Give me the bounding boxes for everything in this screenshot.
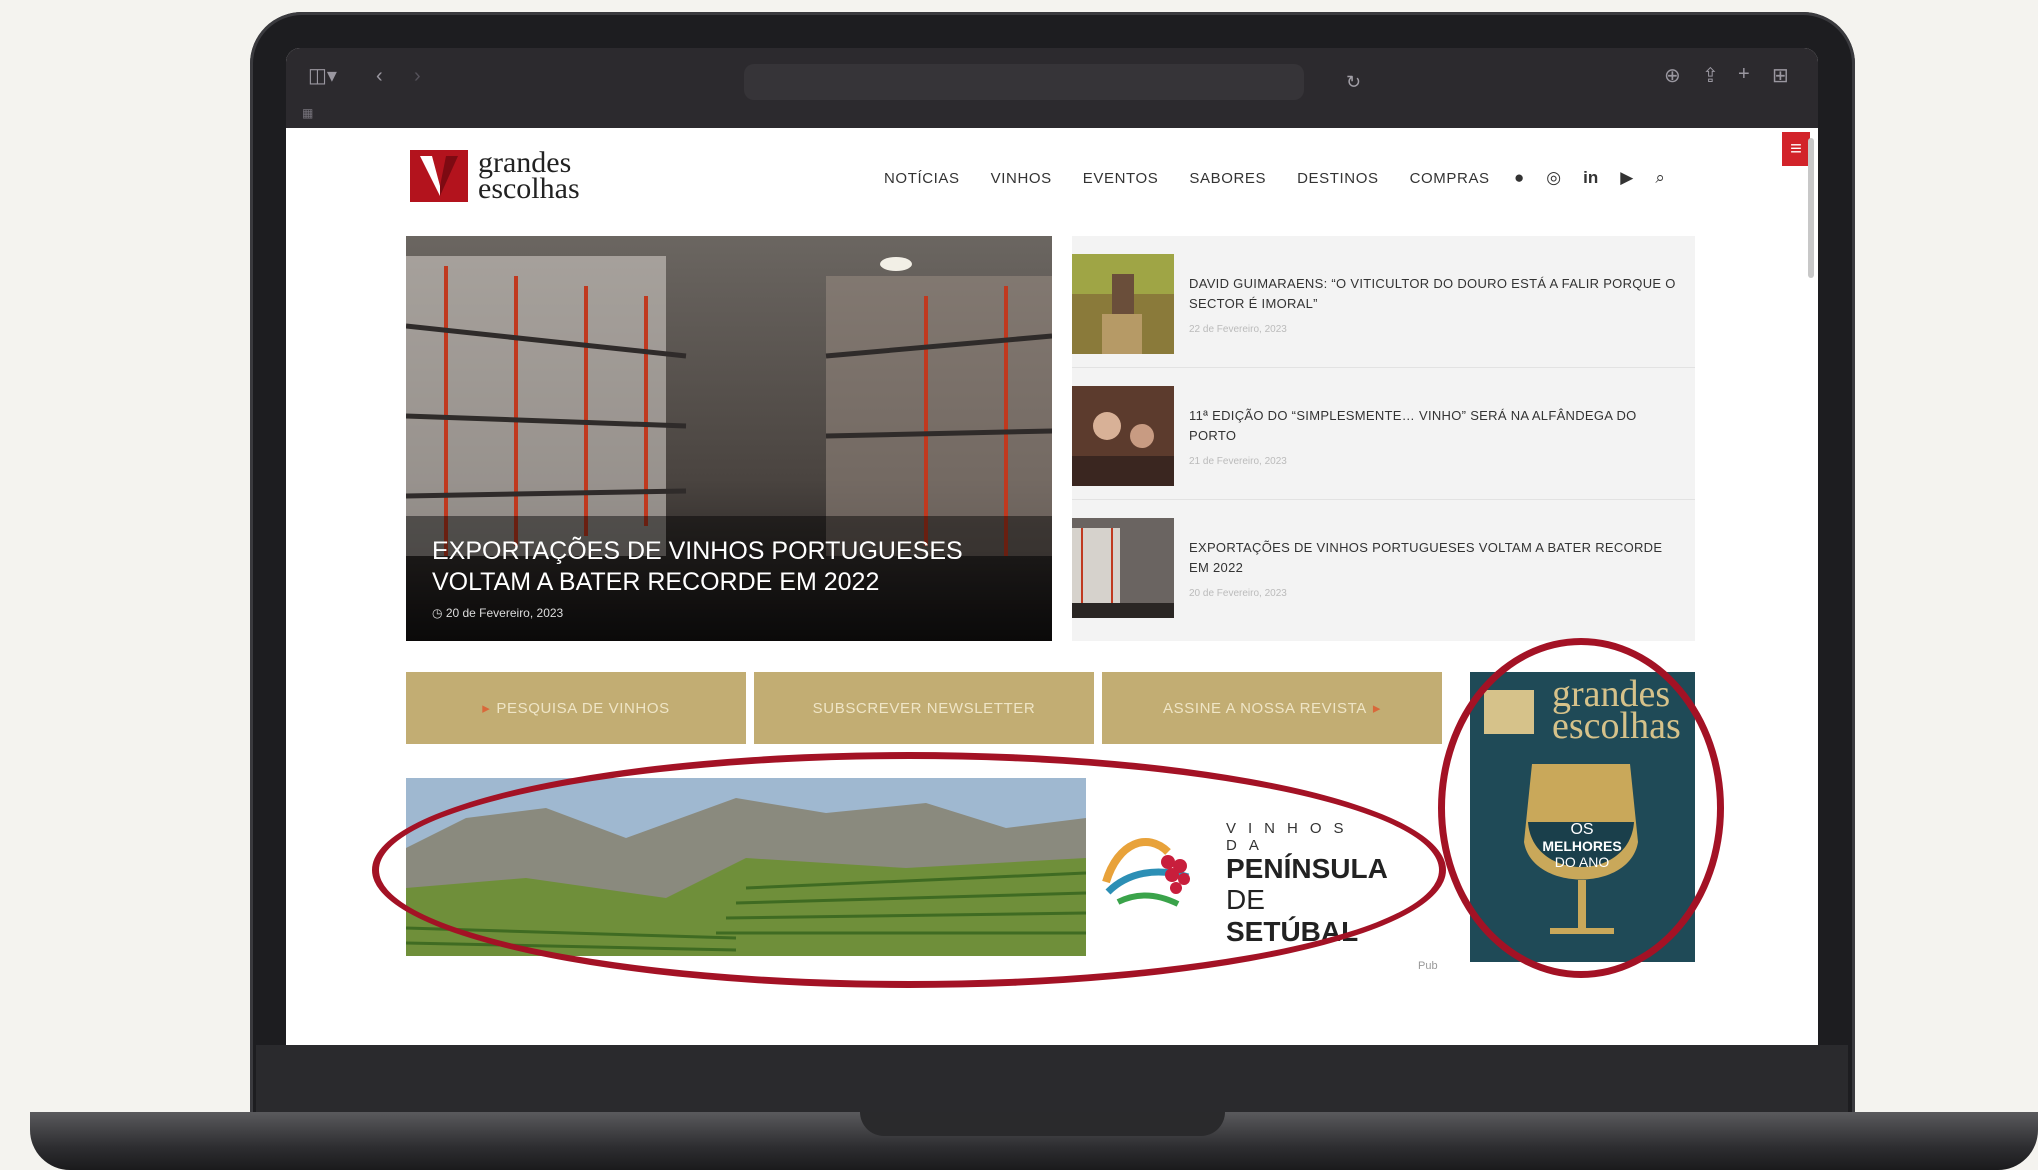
nav-destinos[interactable]: DESTINOS (1297, 170, 1378, 187)
arrow-icon: ▸ (1372, 700, 1381, 717)
site-logo[interactable]: grandes escolhas (410, 148, 580, 205)
linkedin-icon[interactable]: in (1583, 168, 1598, 188)
subscribe-magazine-button[interactable]: ASSINE A NOSSA REVISTA ▸ (1102, 672, 1442, 744)
newsletter-label: SUBSCREVER NEWSLETTER (812, 699, 1036, 717)
featured-article-date: ◷ 20 de Fevereiro, 2023 (432, 606, 564, 620)
share-icon[interactable]: ⇪ (1702, 66, 1719, 86)
tab-overview-icon[interactable]: ⊞ (1772, 66, 1789, 86)
news-item[interactable]: DAVID GUIMARAENS: “O VITICULTOR DO DOURO… (1072, 236, 1695, 368)
news-date: 21 de Fevereiro, 2023 (1189, 456, 1287, 467)
news-thumbnail[interactable] (1072, 254, 1174, 354)
back-icon[interactable]: ‹ (376, 66, 383, 86)
sidebar-toggle-icon[interactable]: ◫▾ (308, 66, 337, 86)
news-title[interactable]: 11ª EDIÇÃO DO “SIMPLESMENTE… VINHO” SERÁ… (1189, 406, 1679, 446)
reload-icon[interactable]: ↻ (1346, 72, 1361, 93)
search-icon[interactable]: ⌕ (1655, 168, 1665, 188)
main-nav: NOTÍCIAS VINHOS EVENTOS SABORES DESTINOS… (884, 170, 1490, 187)
nav-eventos[interactable]: EVENTOS (1083, 170, 1159, 187)
logo-line-2: escolhas (478, 172, 580, 205)
highlight-circle-ad (372, 752, 1446, 988)
favorites-grid-icon[interactable]: ▦ (302, 106, 313, 120)
hamburger-menu-button[interactable]: ≡ (1782, 132, 1810, 166)
news-date: 20 de Fevereiro, 2023 (1189, 588, 1287, 599)
browser-toolbar: ◫▾ ‹ › ↻ ⊕ ⇪ + ⊞ ▦ (286, 48, 1818, 128)
wine-search-label: PESQUISA DE VINHOS (496, 699, 670, 717)
wine-search-button[interactable]: ▸ PESQUISA DE VINHOS (406, 672, 746, 744)
youtube-icon[interactable]: ▶ (1620, 168, 1633, 188)
address-bar[interactable] (744, 64, 1304, 100)
news-thumbnail[interactable] (1072, 386, 1174, 486)
newsletter-button[interactable]: SUBSCREVER NEWSLETTER (754, 672, 1094, 744)
arrow-icon: ▸ (482, 700, 491, 717)
ad-label: Pub (1418, 960, 1438, 972)
featured-article-title[interactable]: EXPORTAÇÕES DE VINHOS PORTUGUESES VOLTAM… (432, 536, 1032, 598)
subscribe-label: ASSINE A NOSSA REVISTA (1163, 699, 1367, 717)
instagram-icon[interactable]: ◎ (1546, 168, 1561, 188)
facebook-icon[interactable]: ● (1514, 168, 1524, 188)
forward-icon[interactable]: › (414, 66, 421, 86)
news-title[interactable]: DAVID GUIMARAENS: “O VITICULTOR DO DOURO… (1189, 274, 1679, 314)
nav-noticias[interactable]: NOTÍCIAS (884, 170, 960, 187)
logo-text: grandes escolhas (478, 148, 580, 205)
nav-sabores[interactable]: SABORES (1189, 170, 1266, 187)
featured-article[interactable]: EXPORTAÇÕES DE VINHOS PORTUGUESES VOLTAM… (406, 236, 1052, 641)
nav-vinhos[interactable]: VINHOS (991, 170, 1052, 187)
news-item[interactable]: 11ª EDIÇÃO DO “SIMPLESMENTE… VINHO” SERÁ… (1072, 368, 1695, 500)
laptop-notch (860, 1112, 1225, 1136)
new-tab-icon[interactable]: + (1738, 64, 1750, 84)
news-title[interactable]: EXPORTAÇÕES DE VINHOS PORTUGUESES VOLTAM… (1189, 538, 1679, 578)
highlight-circle-magazine (1438, 638, 1724, 978)
latest-news-list: DAVID GUIMARAENS: “O VITICULTOR DO DOURO… (1072, 236, 1695, 641)
scrollbar[interactable] (1808, 138, 1814, 278)
logo-mark-icon (410, 150, 468, 202)
social-links: ● ◎ in ▶ ⌕ (1514, 168, 1665, 188)
news-thumbnail[interactable] (1072, 518, 1174, 618)
news-date: 22 de Fevereiro, 2023 (1189, 324, 1287, 335)
nav-compras[interactable]: COMPRAS (1410, 170, 1490, 187)
news-item[interactable]: EXPORTAÇÕES DE VINHOS PORTUGUESES VOLTAM… (1072, 500, 1695, 632)
laptop-bezel (256, 1045, 1848, 1115)
featured-date-text: 20 de Fevereiro, 2023 (445, 606, 564, 620)
download-icon[interactable]: ⊕ (1664, 66, 1681, 86)
